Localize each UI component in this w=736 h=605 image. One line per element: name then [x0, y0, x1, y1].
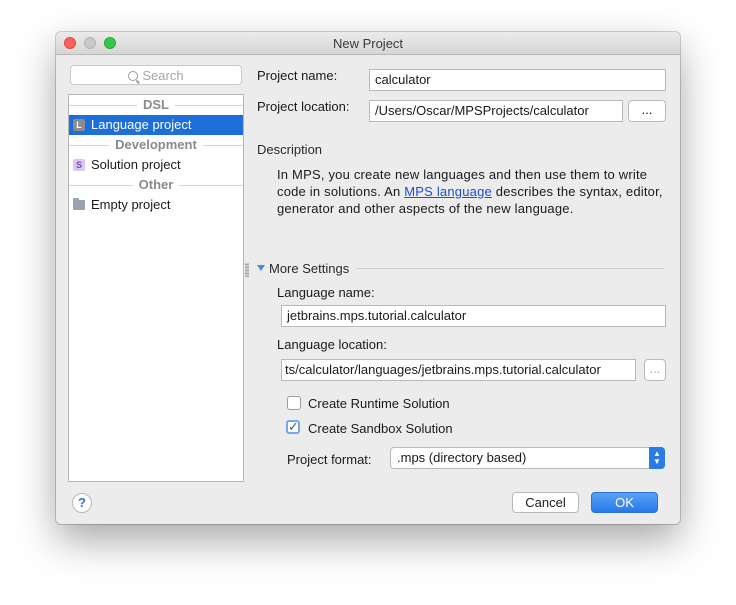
- project-format-value: .mps (directory based): [397, 450, 527, 465]
- search-input[interactable]: Search: [70, 65, 242, 85]
- help-button[interactable]: ?: [72, 493, 92, 513]
- project-name-label: Project name:: [257, 68, 338, 83]
- project-location-label: Project location:: [257, 99, 350, 114]
- splitter-grip[interactable]: [245, 263, 249, 277]
- group-label: Other: [132, 177, 180, 192]
- project-location-field[interactable]: /Users/Oscar/MPSProjects/calculator: [369, 100, 623, 122]
- divider: [356, 268, 664, 269]
- language-icon: L: [73, 119, 85, 131]
- tree-item-solution-project[interactable]: S Solution project: [69, 155, 243, 175]
- create-sandbox-label[interactable]: Create Sandbox Solution: [308, 421, 453, 436]
- create-runtime-label[interactable]: Create Runtime Solution: [308, 396, 450, 411]
- ok-button[interactable]: OK: [591, 492, 658, 513]
- new-project-dialog: New Project Search DSL L Language projec…: [56, 32, 680, 524]
- tree-item-label: Language project: [91, 117, 192, 132]
- language-name-field[interactable]: jetbrains.mps.tutorial.calculator: [281, 305, 666, 327]
- group-header-other: Other: [69, 175, 243, 195]
- project-format-label: Project format:: [287, 452, 372, 467]
- search-placeholder: Search: [142, 68, 184, 83]
- group-header-dsl: DSL: [69, 95, 243, 115]
- cancel-button[interactable]: Cancel: [512, 492, 579, 513]
- description-heading: Description: [257, 142, 323, 157]
- tree-item-label: Empty project: [91, 197, 171, 212]
- create-runtime-checkbox[interactable]: [287, 396, 301, 410]
- browse-language-location-button[interactable]: ...: [644, 359, 666, 381]
- folder-icon: [73, 198, 85, 210]
- search-icon: [128, 71, 139, 81]
- tree-item-empty-project[interactable]: Empty project: [69, 195, 243, 215]
- tree-item-label: Solution project: [91, 157, 181, 172]
- description-text: In MPS, you create new languages and the…: [277, 166, 667, 217]
- more-settings-toggle[interactable]: More Settings: [269, 261, 349, 276]
- language-location-label: Language location:: [277, 337, 387, 352]
- solution-icon: S: [73, 159, 85, 171]
- window-title: New Project: [332, 36, 404, 51]
- group-label: Development: [109, 137, 203, 152]
- language-name-label: Language name:: [277, 285, 375, 300]
- language-location-field[interactable]: ts/calculator/languages/jetbrains.mps.tu…: [281, 359, 636, 381]
- tree-item-language-project[interactable]: L Language project: [69, 115, 243, 135]
- create-sandbox-checkbox[interactable]: [286, 419, 300, 435]
- project-format-select[interactable]: .mps (directory based) ▲ ▼: [390, 447, 665, 469]
- mps-language-link[interactable]: MPS language: [404, 184, 492, 199]
- browse-project-location-button[interactable]: ...: [628, 100, 666, 122]
- chevron-down-icon[interactable]: [257, 265, 265, 271]
- select-arrows-icon: ▲ ▼: [649, 447, 665, 469]
- project-type-tree: DSL L Language project Development S Sol…: [68, 94, 244, 482]
- group-label: DSL: [137, 97, 175, 112]
- group-header-development: Development: [69, 135, 243, 155]
- project-name-field[interactable]: calculator: [369, 69, 666, 91]
- titlebar: New Project: [56, 32, 680, 55]
